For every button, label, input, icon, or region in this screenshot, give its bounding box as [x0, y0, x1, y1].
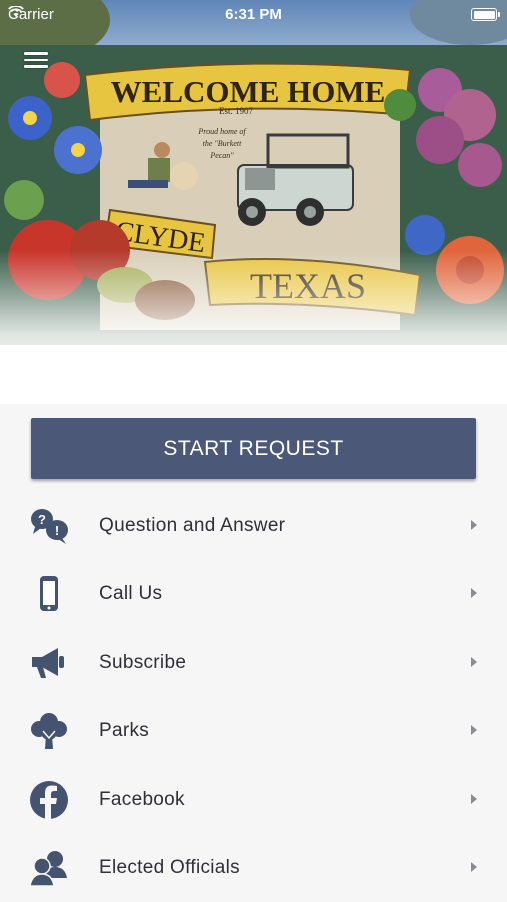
- status-time: 6:31 PM: [225, 6, 282, 23]
- list-item-label: Facebook: [99, 788, 185, 810]
- question-answer-icon: ? !: [31, 509, 68, 544]
- list-item-label: Elected Officials: [99, 856, 240, 878]
- list-item-facebook[interactable]: Facebook: [0, 766, 507, 834]
- hamburger-menu-icon[interactable]: [24, 52, 48, 70]
- facebook-icon: [30, 780, 68, 819]
- svg-text:!: !: [55, 523, 59, 538]
- tree-icon: [31, 713, 67, 750]
- mural-tagline-2: the "Burkett: [203, 139, 242, 148]
- list-item-question-and-answer[interactable]: ? ! Question and Answer: [0, 492, 507, 560]
- status-bar: Carrier 6:31 PM: [0, 0, 507, 28]
- list-item-parks[interactable]: Parks: [0, 697, 507, 765]
- officials-icon: [29, 850, 67, 887]
- svg-text:?: ?: [38, 512, 46, 527]
- start-request-button[interactable]: START REQUEST: [31, 418, 476, 479]
- mural-est-text: Est. 1907: [219, 106, 254, 116]
- list-item-label: Subscribe: [99, 651, 187, 673]
- chevron-right-icon: [471, 725, 477, 736]
- megaphone-icon: [32, 647, 64, 678]
- list-item-label: Call Us: [99, 583, 163, 605]
- mural-tagline-1: Proud home of: [197, 127, 247, 136]
- hero-mural: WELCOME HOME Est. 1907 Proud home of the…: [0, 0, 507, 404]
- chevron-right-icon: [471, 861, 477, 872]
- mural-tagline-3: Pecan": [209, 151, 234, 160]
- mural-image: WELCOME HOME Est. 1907 Proud home of the…: [0, 0, 507, 404]
- main-content: START REQUEST ? ! Question and Answer Ca…: [0, 404, 507, 900]
- chevron-right-icon: [471, 656, 477, 667]
- list-item-elected-officials[interactable]: Elected Officials: [0, 834, 507, 902]
- chevron-right-icon: [471, 793, 477, 804]
- phone-icon: [40, 576, 58, 612]
- list-item-label: Question and Answer: [99, 515, 286, 536]
- list-item-call-us[interactable]: Call Us: [0, 560, 507, 628]
- chevron-right-icon: [471, 520, 477, 530]
- menu-list: ? ! Question and Answer Call Us Subscrib…: [0, 492, 507, 902]
- list-item-label: Parks: [99, 720, 150, 742]
- battery-icon: [471, 8, 500, 21]
- mural-welcome-text: WELCOME HOME: [111, 74, 386, 109]
- chevron-right-icon: [471, 588, 477, 599]
- list-item-subscribe[interactable]: Subscribe: [0, 629, 507, 697]
